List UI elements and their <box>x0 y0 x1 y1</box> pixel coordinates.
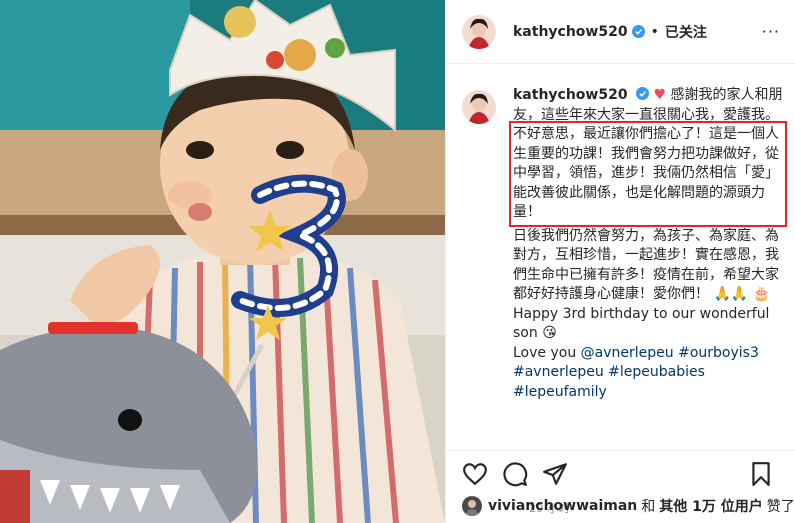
liker-username[interactable]: vivianchowwaiman <box>488 498 637 514</box>
likes-suffix: 赞了 <box>766 499 795 515</box>
hashtag-link[interactable]: #lepeufamily <box>513 384 607 400</box>
verified-icon <box>631 25 645 38</box>
more-icon[interactable]: ··· <box>762 22 780 41</box>
caption-username[interactable]: kathychow520 <box>513 87 628 103</box>
author-avatar[interactable] <box>462 14 496 49</box>
heart-icon <box>463 463 487 486</box>
save-button[interactable] <box>748 461 776 489</box>
likes-and: 和 <box>641 499 656 515</box>
post-photo[interactable] <box>0 0 445 523</box>
comment-button[interactable] <box>502 461 530 489</box>
author-username[interactable]: kathychow520 <box>513 24 628 40</box>
post-side-panel: kathychow520 • 已关注 ··· kathychow520 ♥ 感謝… <box>445 0 795 523</box>
hashtag-link[interactable]: #lepeubabies <box>608 364 705 380</box>
verified-icon <box>636 87 650 100</box>
heart-emoji: ♥ <box>653 87 667 103</box>
love-you-text: Love you <box>513 344 577 361</box>
bookmark-icon <box>752 462 770 486</box>
share-icon <box>543 463 567 485</box>
mention-link[interactable]: @avnerlepeu <box>581 345 674 361</box>
comment-icon <box>503 462 528 487</box>
caption-avatar[interactable] <box>462 90 496 124</box>
caption-text: kathychow520 ♥ 感謝我的家人和朋友，這些年來大家一直很關心我，愛護… <box>509 86 787 402</box>
hashtag-link[interactable]: #ourboyis3 <box>678 345 759 361</box>
action-bar <box>446 450 795 492</box>
following-button[interactable]: 已关注 <box>665 22 707 42</box>
like-button[interactable] <box>462 461 490 489</box>
share-button[interactable] <box>542 461 570 489</box>
kiss-emoji: 😘 <box>542 325 557 341</box>
highlighted-caption: 不好意思，最近讓你們擔心了！這是一個人生重要的功課！我們會努力把功課做好，從中學… <box>509 121 787 227</box>
likes-others[interactable]: 其他 1万 位用户 <box>659 496 763 516</box>
prayer-cake-emoji: 🙏🙏 🎂 <box>713 286 771 302</box>
post-header: kathychow520 • 已关注 ··· <box>446 0 795 64</box>
hashtag-link[interactable]: #avnerlepeu <box>513 364 604 380</box>
birthday-photo-illustration <box>0 0 445 523</box>
header-separator: • <box>650 23 659 40</box>
likes-summary: vivianchowwaiman 和 其他 1万 位用户 赞了 <box>462 496 795 516</box>
liker-avatar[interactable] <box>462 496 482 516</box>
